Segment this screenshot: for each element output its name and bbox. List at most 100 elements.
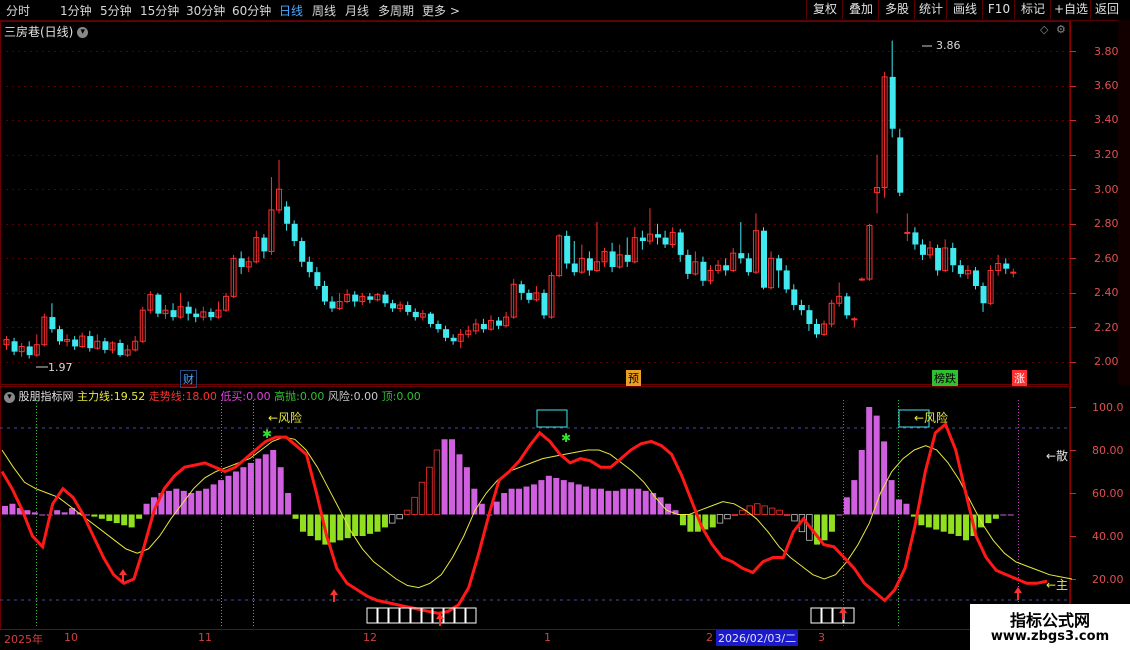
histogram-bar xyxy=(374,514,381,532)
price-tick: 3.80 xyxy=(1094,45,1119,58)
histogram-bar xyxy=(925,514,932,528)
bottom-signal-cell xyxy=(821,607,833,624)
indicator-item-label: 低买: xyxy=(220,390,247,403)
histogram-bar xyxy=(61,512,68,515)
stock-title[interactable]: 三房巷(日线) ▾ xyxy=(4,23,89,40)
sell-star: ✱ xyxy=(561,431,571,445)
histogram-bar xyxy=(650,493,657,515)
histogram-bar xyxy=(516,488,523,515)
low-price-label: 1.97 xyxy=(48,361,73,374)
diamond-icon[interactable]: ◇ xyxy=(1040,23,1048,36)
candle-body-down xyxy=(427,313,434,324)
candle-body-down xyxy=(738,253,745,259)
dropdown-icon[interactable]: ▾ xyxy=(77,27,89,38)
candle-body-down xyxy=(1003,263,1010,269)
candle-body-down xyxy=(291,223,298,242)
histogram-bar xyxy=(538,480,545,515)
candle-body-down xyxy=(526,292,533,300)
histogram-bar xyxy=(441,439,448,515)
histogram-bar xyxy=(948,514,955,534)
candle-body-down xyxy=(443,329,450,338)
candle-body-down xyxy=(261,237,268,252)
candle-body-down xyxy=(56,329,63,342)
histogram-bar xyxy=(709,514,716,528)
candle-body-down xyxy=(299,241,306,262)
histogram-bar xyxy=(478,503,485,515)
histogram-bar xyxy=(940,514,947,532)
histogram-bar xyxy=(605,490,612,515)
histogram-bar xyxy=(881,441,888,515)
watermark-title: 指标公式网 xyxy=(1009,611,1090,630)
price-tick: 2.80 xyxy=(1094,217,1119,230)
candle-body-down xyxy=(306,261,313,273)
histogram-bar xyxy=(188,493,195,515)
histogram-bar xyxy=(568,482,575,515)
candle-body-down xyxy=(314,272,321,286)
indicator-item-value: 0.00 xyxy=(396,390,421,403)
month-label: 10 xyxy=(64,631,78,644)
candle-body-up xyxy=(1010,271,1017,274)
sell-star: ✱ xyxy=(262,427,272,441)
watermark-url: www.zbgs3.com xyxy=(990,629,1110,644)
indicator-name: 股朋指标网 xyxy=(18,390,74,403)
histogram-bar xyxy=(888,480,895,515)
histogram-bar xyxy=(352,514,359,536)
indicator-tick: 20.00 xyxy=(1092,573,1124,586)
risk-label: ←风险 xyxy=(268,411,303,425)
histogram-bar xyxy=(523,486,530,515)
histogram-bar-hollow xyxy=(403,509,411,515)
candle-body-down xyxy=(390,303,397,309)
histogram-bar xyxy=(553,477,560,515)
gear-icon[interactable]: ▾ xyxy=(4,391,15,403)
histogram-bar xyxy=(225,475,232,515)
histogram-bar xyxy=(896,499,902,515)
settings-icon[interactable]: ⚙ xyxy=(1056,23,1066,36)
candle-body-down xyxy=(185,306,192,314)
histogram-bar xyxy=(270,450,277,515)
histogram-bar xyxy=(31,512,38,515)
event-marker-forecast[interactable]: 预 xyxy=(626,370,641,386)
event-marker-list-down[interactable]: 榜跌 xyxy=(932,370,958,386)
candle-body-down xyxy=(352,294,359,302)
histogram-bar xyxy=(1007,514,1014,516)
candle-body-up xyxy=(851,318,858,321)
month-label: 3 xyxy=(818,631,825,644)
year-label: 2025年 xyxy=(4,633,43,646)
histogram-bar-hollow xyxy=(739,509,746,515)
histogram-bar xyxy=(277,467,284,515)
indicator-item-label: 主力线: xyxy=(77,390,114,403)
histogram-bar xyxy=(314,514,321,541)
candle-body-down xyxy=(745,258,752,273)
histogram-bar xyxy=(1000,514,1007,516)
candle-body-down xyxy=(329,301,336,309)
candle-body-down xyxy=(450,337,457,342)
histogram-bar xyxy=(992,514,999,519)
indicator-header[interactable]: ▾ 股朋指标网 主力线:19.52 走势线:18.00 低买:0.00 高抛:0… xyxy=(4,388,421,404)
event-marker-up[interactable]: 涨 xyxy=(1012,370,1027,386)
indicator-item-value: 18.00 xyxy=(185,390,217,403)
candle-body-down xyxy=(193,313,200,318)
histogram-bar-hollow xyxy=(776,509,783,515)
stock-chart-canvas[interactable]: ✱ ✱ xyxy=(0,0,1130,650)
histogram-bar xyxy=(247,462,254,515)
histogram-bar xyxy=(128,514,135,528)
histogram-bar xyxy=(918,514,925,526)
month-label: 1 xyxy=(544,631,551,644)
candle-body-down xyxy=(72,339,79,347)
candle-body-down xyxy=(639,237,646,242)
indicator-tick: 80.00 xyxy=(1092,444,1124,457)
event-marker-finance[interactable]: 财 xyxy=(180,370,197,388)
histogram-bar xyxy=(873,415,880,515)
histogram-bar xyxy=(612,490,619,515)
high-price-label: 3.86 xyxy=(936,39,961,52)
price-tick: 2.60 xyxy=(1094,252,1119,265)
indicator-item-value: 0.00 xyxy=(353,390,379,403)
histogram-bar xyxy=(821,514,828,541)
histogram-bar xyxy=(627,488,634,515)
histogram-bar xyxy=(165,490,172,515)
histogram-bar xyxy=(836,514,843,516)
candle-body-down xyxy=(972,270,979,286)
bottom-signal-cell xyxy=(377,607,389,624)
histogram-bar xyxy=(933,514,940,530)
right-scrollbar[interactable] xyxy=(1118,20,1130,385)
